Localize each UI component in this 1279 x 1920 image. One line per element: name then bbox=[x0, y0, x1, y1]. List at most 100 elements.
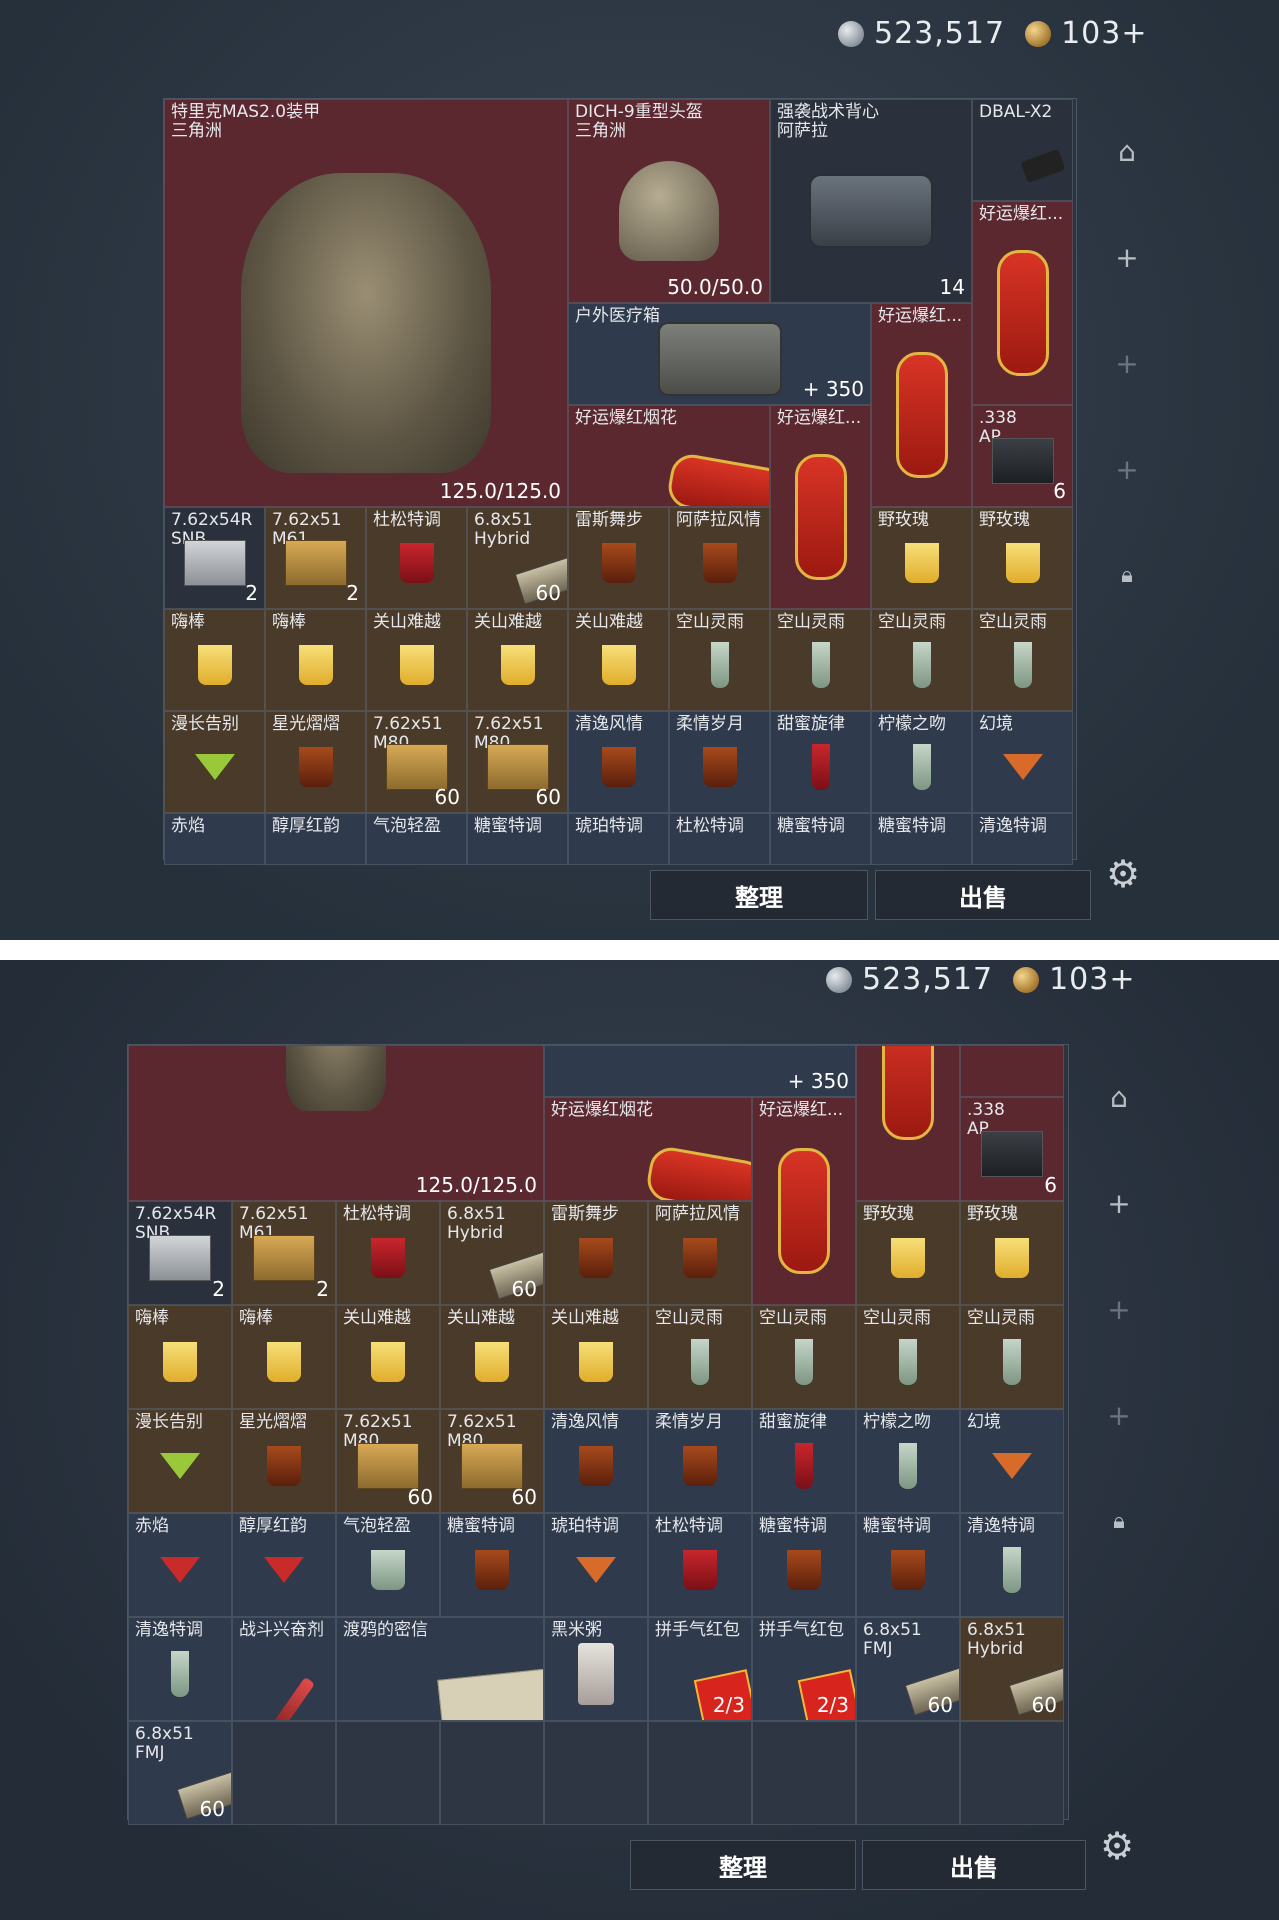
gear-icon[interactable]: ⚙ bbox=[1106, 852, 1140, 896]
drink-item[interactable]: 幻境 bbox=[972, 711, 1073, 813]
drink-item[interactable]: 清逸特调 bbox=[128, 1617, 232, 1721]
ammo-item[interactable]: .338 AP 6 bbox=[960, 1097, 1064, 1201]
drink-item[interactable]: 赤焰 bbox=[164, 813, 265, 865]
lock-icon[interactable]: 🔒︎ bbox=[1097, 522, 1157, 628]
ammo-item[interactable]: 7.62x51 M61 2 bbox=[265, 507, 366, 609]
sort-button[interactable]: 整理 bbox=[630, 1840, 856, 1890]
firework-item[interactable]: 好运爆红... bbox=[752, 1097, 856, 1305]
empty-slot[interactable] bbox=[336, 1721, 440, 1825]
armor-item[interactable]: 125.0/125.0 bbox=[128, 1045, 544, 1201]
firework-item[interactable]: 好运爆红烟花 bbox=[568, 405, 770, 507]
sort-button[interactable]: 整理 bbox=[650, 870, 868, 920]
empty-slot[interactable] bbox=[232, 1721, 336, 1825]
redpacket-item[interactable]: 拼手气红包 2/3 bbox=[752, 1617, 856, 1721]
ammo-item[interactable]: 7.62x51 M80 60 bbox=[467, 711, 568, 813]
drink-item[interactable]: 柠檬之吻 bbox=[871, 711, 972, 813]
firework-item[interactable]: 好运爆红... bbox=[871, 303, 972, 507]
drink-item[interactable]: 空山灵雨 bbox=[752, 1305, 856, 1409]
firework-item[interactable] bbox=[856, 1045, 960, 1201]
medkit-item[interactable]: + 350 bbox=[544, 1045, 856, 1097]
drink-item[interactable]: 清逸特调 bbox=[972, 813, 1073, 865]
drink-item[interactable]: 漫长告别 bbox=[164, 711, 265, 813]
ammo-item[interactable]: 7.62x51 M80 60 bbox=[336, 1409, 440, 1513]
drink-item[interactable]: 琥珀特调 bbox=[568, 813, 669, 865]
ammo-item[interactable]: 7.62x54R SNB 2 bbox=[164, 507, 265, 609]
drink-item[interactable]: 幻境 bbox=[960, 1409, 1064, 1513]
gold-amount[interactable]: 103+ bbox=[1061, 16, 1147, 51]
drink-item[interactable]: 柠檬之吻 bbox=[856, 1409, 960, 1513]
drink-item[interactable]: 琥珀特调 bbox=[544, 1513, 648, 1617]
sell-button[interactable]: 出售 bbox=[875, 870, 1091, 920]
drink-item[interactable]: 赤焰 bbox=[128, 1513, 232, 1617]
food-item[interactable]: 黑米粥 bbox=[544, 1617, 648, 1721]
drink-item[interactable]: 杜松特调 bbox=[669, 813, 770, 865]
drink-item[interactable]: 野玫瑰 bbox=[960, 1201, 1064, 1305]
drink-item[interactable]: 野玫瑰 bbox=[871, 507, 972, 609]
drink-item[interactable]: 杜松特调 bbox=[336, 1201, 440, 1305]
plus-icon[interactable]: + bbox=[1097, 310, 1157, 416]
drink-item[interactable]: 空山灵雨 bbox=[972, 609, 1073, 711]
drink-item[interactable]: 关山难越 bbox=[366, 609, 467, 711]
ammo-item[interactable]: 7.62x51 M80 60 bbox=[366, 711, 467, 813]
ammo-item[interactable]: 7.62x54R SNB 2 bbox=[128, 1201, 232, 1305]
firework-item[interactable]: 好运爆红... bbox=[972, 201, 1073, 405]
drink-item[interactable]: 糖蜜特调 bbox=[871, 813, 972, 865]
plus-icon[interactable]: + bbox=[1089, 1362, 1149, 1468]
drink-item[interactable]: 糖蜜特调 bbox=[440, 1513, 544, 1617]
drink-item[interactable]: 空山灵雨 bbox=[871, 609, 972, 711]
drink-item[interactable]: 糖蜜特调 bbox=[467, 813, 568, 865]
drink-item[interactable]: 糖蜜特调 bbox=[856, 1513, 960, 1617]
ammo-item[interactable]: 7.62x51 M61 2 bbox=[232, 1201, 336, 1305]
drink-item[interactable]: 清逸特调 bbox=[960, 1513, 1064, 1617]
drink-item[interactable]: 关山难越 bbox=[568, 609, 669, 711]
drink-item[interactable]: 醇厚红韵 bbox=[232, 1513, 336, 1617]
plus-icon[interactable]: + bbox=[1089, 1256, 1149, 1362]
drink-item[interactable]: 星光熠熠 bbox=[265, 711, 366, 813]
drink-item[interactable]: 雷斯舞步 bbox=[544, 1201, 648, 1305]
redpacket-item[interactable]: 拼手气红包 2/3 bbox=[648, 1617, 752, 1721]
drink-item[interactable]: 气泡轻盈 bbox=[366, 813, 467, 865]
empty-slot[interactable] bbox=[544, 1721, 648, 1825]
drink-item[interactable]: 关山难越 bbox=[544, 1305, 648, 1409]
letter-item[interactable]: 渡鸦的密信 bbox=[336, 1617, 544, 1721]
medkit-item[interactable]: 户外医疗箱 + 350 bbox=[568, 303, 871, 405]
drink-item[interactable]: 清逸风情 bbox=[544, 1409, 648, 1513]
backpack-icon[interactable]: ⌂ bbox=[1097, 98, 1157, 204]
ammo-item[interactable]: 6.8x51 FMJ 60 bbox=[856, 1617, 960, 1721]
firework-item[interactable]: 好运爆红... bbox=[770, 405, 871, 609]
drink-item[interactable]: 关山难越 bbox=[440, 1305, 544, 1409]
drink-item[interactable]: 杜松特调 bbox=[366, 507, 467, 609]
drink-item[interactable]: 杜松特调 bbox=[648, 1513, 752, 1617]
drink-item[interactable]: 阿萨拉风情 bbox=[648, 1201, 752, 1305]
firework-item[interactable] bbox=[960, 1045, 1064, 1097]
drink-item[interactable]: 气泡轻盈 bbox=[336, 1513, 440, 1617]
empty-slot[interactable] bbox=[752, 1721, 856, 1825]
drink-item[interactable]: 糖蜜特调 bbox=[770, 813, 871, 865]
drink-item[interactable]: 柔情岁月 bbox=[669, 711, 770, 813]
drink-item[interactable]: 野玫瑰 bbox=[856, 1201, 960, 1305]
drink-item[interactable]: 嗨棒 bbox=[265, 609, 366, 711]
stim-item[interactable]: 战斗兴奋剂 bbox=[232, 1617, 336, 1721]
ammo-item[interactable]: 7.62x51 M80 60 bbox=[440, 1409, 544, 1513]
drink-item[interactable]: 野玫瑰 bbox=[972, 507, 1073, 609]
plus-icon[interactable]: + bbox=[1097, 204, 1157, 310]
backpack-icon[interactable]: ⌂ bbox=[1089, 1044, 1149, 1150]
drink-item[interactable]: 柔情岁月 bbox=[648, 1409, 752, 1513]
drink-item[interactable]: 关山难越 bbox=[336, 1305, 440, 1409]
drink-item[interactable]: 关山难越 bbox=[467, 609, 568, 711]
helmet-item[interactable]: DICH-9重型头盔 三角洲 50.0/50.0 bbox=[568, 99, 770, 303]
drink-item[interactable]: 清逸风情 bbox=[568, 711, 669, 813]
empty-slot[interactable] bbox=[960, 1721, 1064, 1825]
sell-button[interactable]: 出售 bbox=[862, 1840, 1086, 1890]
gold-amount[interactable]: 103+ bbox=[1049, 962, 1135, 997]
drink-item[interactable]: 嗨棒 bbox=[232, 1305, 336, 1409]
ammo-item[interactable]: 6.8x51 Hybrid 60 bbox=[960, 1617, 1064, 1721]
empty-slot[interactable] bbox=[856, 1721, 960, 1825]
armor-item[interactable]: 特里克MAS2.0装甲 三角洲 125.0/125.0 bbox=[164, 99, 568, 507]
firework-item[interactable]: 好运爆红烟花 bbox=[544, 1097, 752, 1201]
dbal-item[interactable]: DBAL-X2 bbox=[972, 99, 1073, 201]
plus-icon[interactable]: + bbox=[1089, 1150, 1149, 1256]
plus-icon[interactable]: + bbox=[1097, 416, 1157, 522]
ammo-item[interactable]: .338 AP 6 bbox=[972, 405, 1073, 507]
drink-item[interactable]: 空山灵雨 bbox=[669, 609, 770, 711]
